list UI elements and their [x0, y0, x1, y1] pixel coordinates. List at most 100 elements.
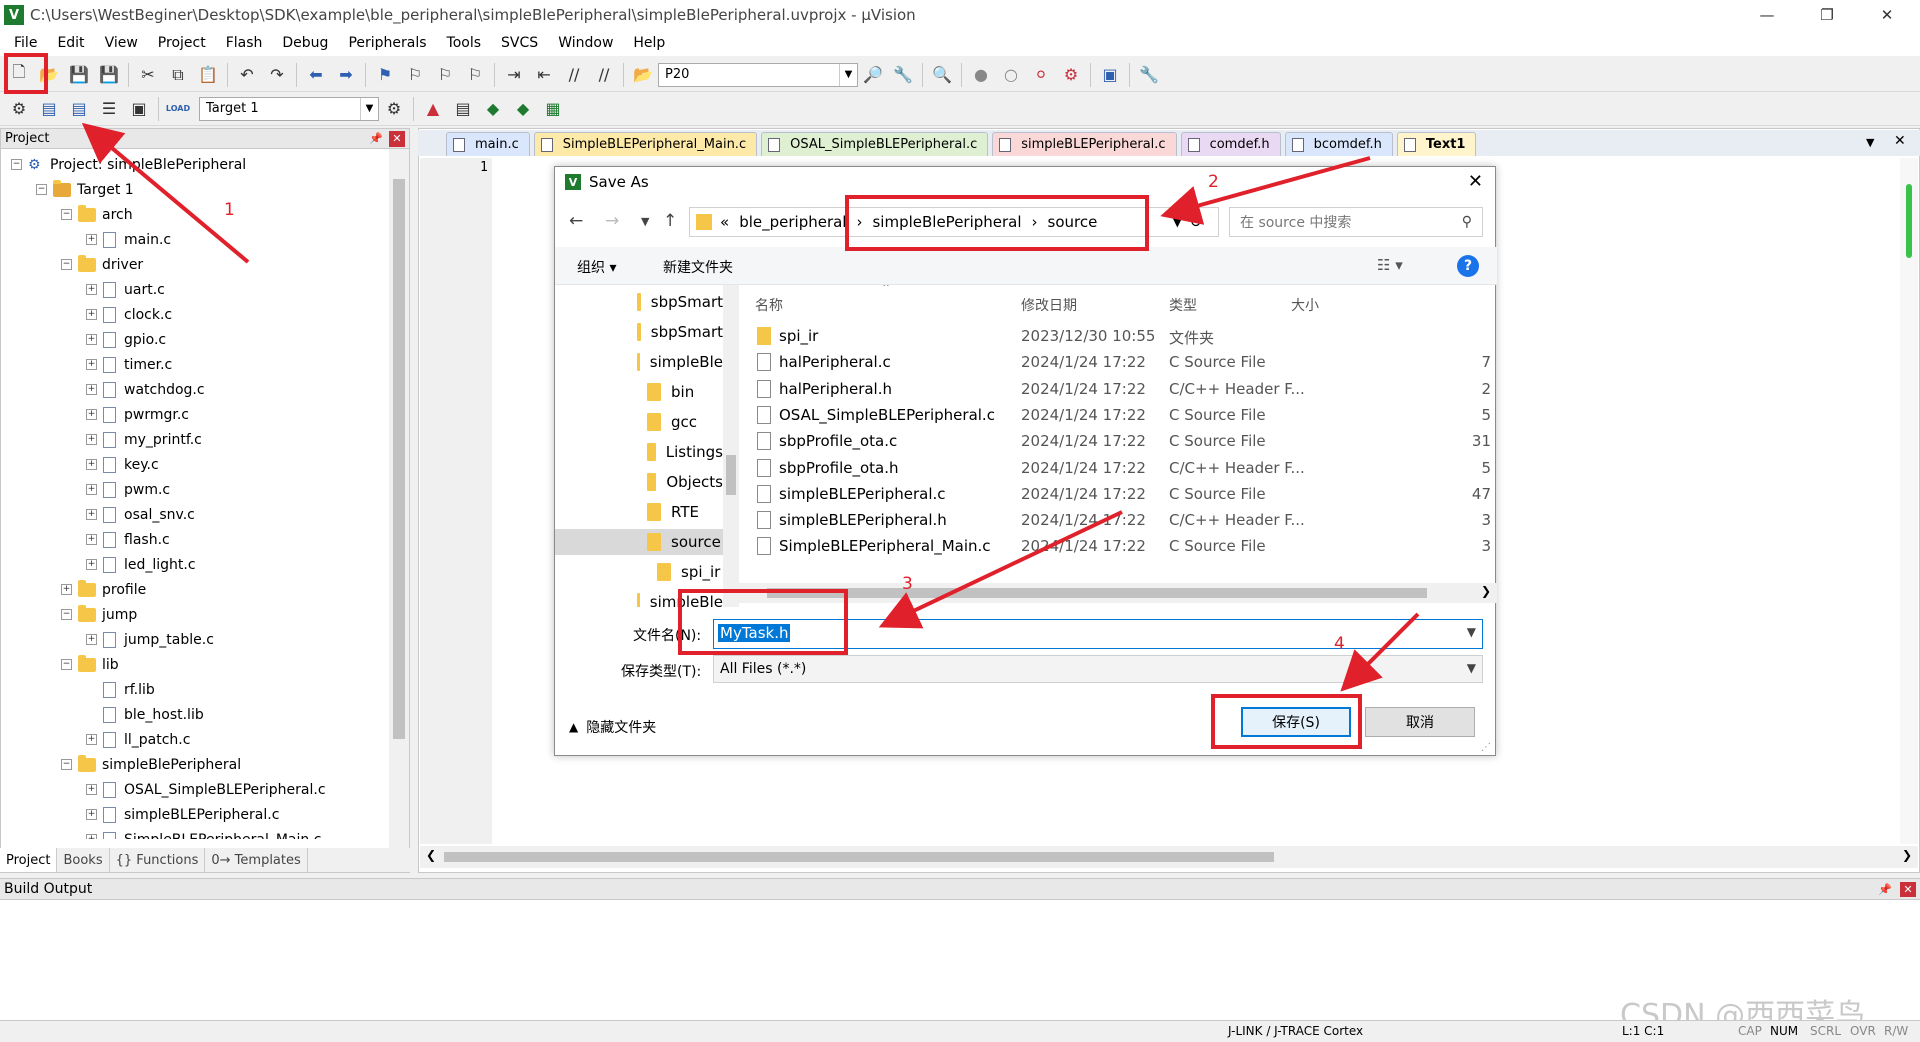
- file-row[interactable]: spi_ir 2023/12/30 10:55 文件夹: [745, 323, 1497, 349]
- scrollbar-thumb[interactable]: [726, 455, 736, 495]
- batch-build-icon[interactable]: ☰: [96, 96, 122, 122]
- nav-scrollbar[interactable]: [723, 285, 739, 607]
- editor-vscroll[interactable]: [1900, 158, 1918, 844]
- scrollbar-thumb[interactable]: [767, 588, 1427, 598]
- find-in-files-icon[interactable]: 📂: [630, 62, 656, 88]
- new-file-icon[interactable]: 🗋: [6, 62, 32, 88]
- menu-project[interactable]: Project: [148, 35, 216, 51]
- nav-back-icon[interactable]: ⬅: [303, 62, 329, 88]
- restore-button[interactable]: ❐: [1804, 0, 1850, 30]
- tree-node[interactable]: + key.c: [86, 452, 159, 477]
- expand-icon[interactable]: +: [86, 809, 97, 820]
- nav-item[interactable]: Listings: [555, 439, 723, 465]
- next-bookmark-icon[interactable]: ⚐: [432, 62, 458, 88]
- nav-item[interactable]: sbpSmart: [555, 319, 723, 345]
- tree-node[interactable]: + watchdog.c: [86, 377, 205, 402]
- menu-edit[interactable]: Edit: [47, 35, 94, 51]
- tree-node[interactable]: + led_light.c: [86, 552, 196, 577]
- tree-node[interactable]: + pwrmgr.c: [86, 402, 189, 427]
- help-icon[interactable]: ?: [1457, 255, 1479, 277]
- build-icon[interactable]: ▤: [36, 96, 62, 122]
- up-arrow-icon[interactable]: ↑: [663, 211, 677, 231]
- uncomment-icon[interactable]: //: [591, 62, 617, 88]
- nav-item[interactable]: sbpSmart: [555, 289, 723, 315]
- tab-project[interactable]: Project: [0, 848, 58, 872]
- tree-node[interactable]: + ll_patch.c: [86, 727, 190, 752]
- tab-templates[interactable]: 0→ Templates: [205, 848, 308, 872]
- forward-arrow-icon[interactable]: →: [605, 211, 619, 231]
- menu-debug[interactable]: Debug: [272, 35, 338, 51]
- chevron-down-icon[interactable]: ▼: [360, 97, 378, 120]
- nav-item[interactable]: spi_ir: [555, 559, 723, 585]
- file-extensions-icon[interactable]: ▤: [450, 96, 476, 122]
- open-file-icon[interactable]: 📂: [36, 62, 62, 88]
- scroll-right-icon[interactable]: ❯: [1902, 848, 1912, 862]
- window-layout-icon[interactable]: ▣: [1097, 62, 1123, 88]
- file-row[interactable]: OSAL_SimpleBLEPeripheral.c 2024/1/24 17:2…: [745, 402, 1497, 428]
- stop-build-icon[interactable]: ▣: [126, 96, 152, 122]
- chevron-down-icon[interactable]: ▼: [1467, 625, 1476, 639]
- expand-icon[interactable]: +: [86, 559, 97, 570]
- scrollbar-thumb[interactable]: [444, 852, 1274, 862]
- organize-button[interactable]: 组织 ▾: [577, 257, 616, 277]
- menu-help[interactable]: Help: [623, 35, 675, 51]
- tree-node[interactable]: + flash.c: [86, 527, 170, 552]
- select-packs-icon[interactable]: ◆: [480, 96, 506, 122]
- expand-icon[interactable]: +: [86, 284, 97, 295]
- project-scrollbar[interactable]: [389, 149, 409, 849]
- tree-node[interactable]: + jump_table.c: [86, 627, 214, 652]
- tree-node[interactable]: − jump: [61, 602, 137, 627]
- expand-icon[interactable]: +: [86, 509, 97, 520]
- collapse-icon[interactable]: −: [61, 609, 72, 620]
- kill-breakpoints-icon[interactable]: ⚪: [1028, 62, 1054, 88]
- collapse-icon[interactable]: −: [36, 184, 47, 195]
- save-all-icon[interactable]: 💾: [96, 62, 122, 88]
- nav-forward-icon[interactable]: ➡: [333, 62, 359, 88]
- editor-tab[interactable]: Text1: [1396, 132, 1477, 156]
- menu-svcs[interactable]: SVCS: [491, 35, 548, 51]
- refresh-icon[interactable]: ↻: [1189, 213, 1202, 231]
- chevron-down-icon[interactable]: ▼: [839, 63, 857, 86]
- nav-item[interactable]: Objects: [555, 469, 723, 495]
- expand-icon[interactable]: +: [86, 409, 97, 420]
- undo-icon[interactable]: ↶: [234, 62, 260, 88]
- filename-input[interactable]: MyTask.h ▼: [713, 619, 1483, 649]
- editor-tab[interactable]: OSAL_SimpleBLEPeripheral.c: [761, 132, 989, 156]
- scroll-right-icon[interactable]: ❯: [1481, 584, 1491, 598]
- file-row[interactable]: sbpProfile_ota.h 2024/1/24 17:22 C/C++ Hea…: [745, 455, 1497, 481]
- prev-bookmark-icon[interactable]: ⚐: [402, 62, 428, 88]
- scroll-left-icon[interactable]: ❮: [426, 848, 436, 862]
- expand-icon[interactable]: +: [86, 784, 97, 795]
- save-button[interactable]: 保存(S): [1241, 707, 1351, 737]
- tree-node[interactable]: + my_printf.c: [86, 427, 202, 452]
- comment-icon[interactable]: //: [561, 62, 587, 88]
- file-row[interactable]: simpleBLEPeripheral.c 2024/1/24 17:22 C So…: [745, 481, 1497, 507]
- editor-tab[interactable]: SimpleBLEPeripheral_Main.c: [533, 132, 758, 156]
- save-icon[interactable]: 💾: [66, 62, 92, 88]
- recent-locations-icon[interactable]: ▼: [641, 215, 649, 228]
- pack-installer-icon[interactable]: ◆: [510, 96, 536, 122]
- incremental-find-icon[interactable]: 🔧: [890, 62, 916, 88]
- redo-icon[interactable]: ↷: [264, 62, 290, 88]
- translate-icon[interactable]: ⚙: [6, 96, 32, 122]
- column-name[interactable]: 名称: [755, 295, 783, 315]
- file-row[interactable]: sbpProfile_ota.c 2024/1/24 17:22 C Source …: [745, 428, 1497, 454]
- scrollbar-thumb[interactable]: [393, 179, 405, 739]
- tree-node[interactable]: + pwm.c: [86, 477, 170, 502]
- search-input[interactable]: 在 source 中搜索 ⚲: [1229, 207, 1483, 237]
- collapse-icon[interactable]: −: [11, 159, 22, 170]
- expand-icon[interactable]: +: [86, 834, 97, 839]
- tab-books[interactable]: Books: [57, 848, 110, 872]
- copy-icon[interactable]: ⧉: [165, 62, 191, 88]
- tree-node[interactable]: ble_host.lib: [86, 702, 204, 727]
- close-icon[interactable]: ✕: [389, 131, 405, 147]
- find-combo[interactable]: P20 ▼: [658, 62, 858, 87]
- tree-node[interactable]: + profile: [61, 577, 146, 602]
- target-combo[interactable]: Target 1 ▼: [199, 96, 379, 121]
- hide-folders-toggle[interactable]: ▲ 隐藏文件夹: [569, 717, 656, 737]
- cancel-button[interactable]: 取消: [1365, 707, 1475, 737]
- load-icon[interactable]: LOAD: [165, 96, 191, 122]
- expand-icon[interactable]: +: [86, 434, 97, 445]
- disable-breakpoint-icon[interactable]: ○: [998, 62, 1024, 88]
- tree-node[interactable]: + uart.c: [86, 277, 165, 302]
